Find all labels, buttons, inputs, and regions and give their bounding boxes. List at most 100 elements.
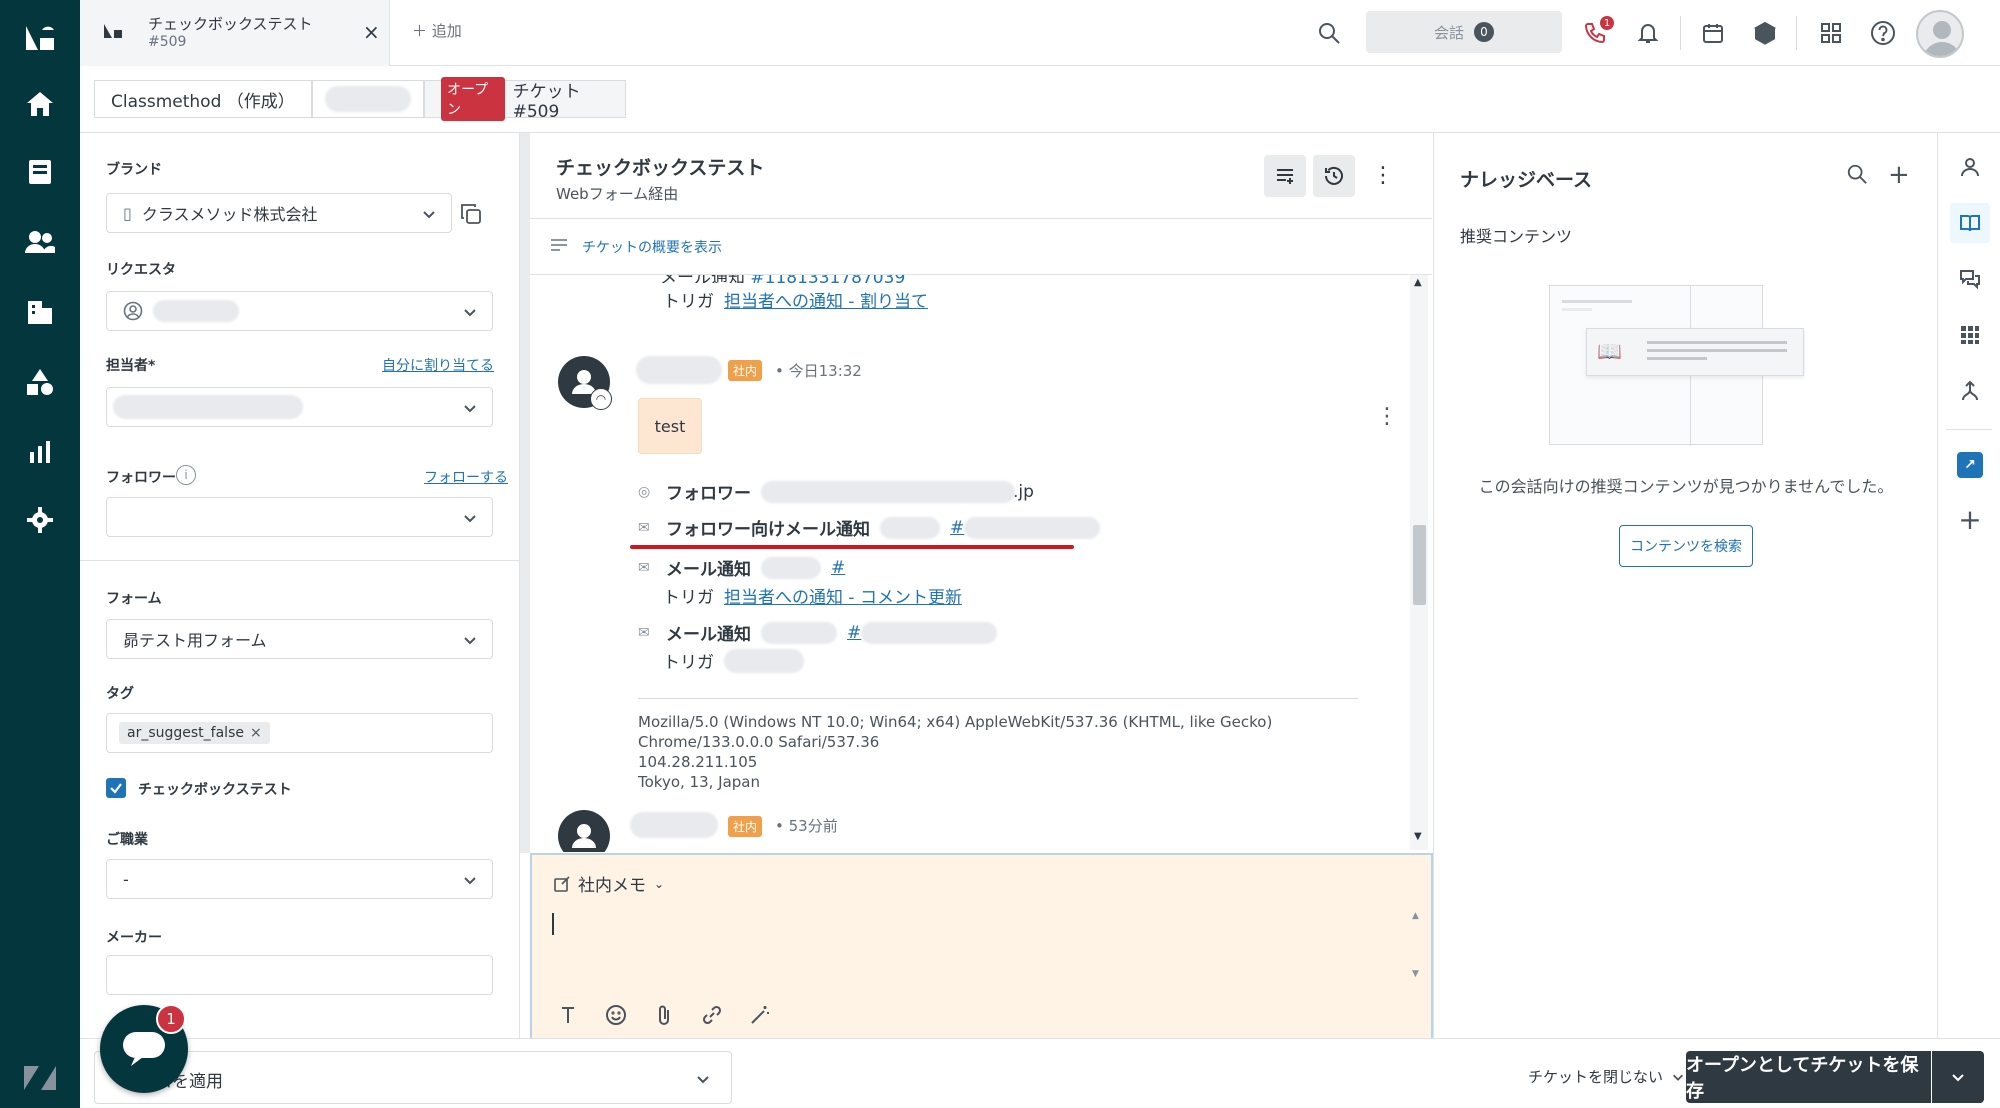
objects-icon[interactable] — [20, 362, 60, 402]
user-avatar[interactable] — [1916, 10, 1964, 58]
emoji-icon[interactable] — [601, 1000, 631, 1030]
brand-label: ブランド — [106, 162, 162, 178]
divider — [1796, 16, 1797, 50]
occupation-value: - — [123, 869, 129, 889]
mail-notification-link[interactable]: # — [847, 623, 861, 643]
requester-select[interactable] — [106, 291, 493, 331]
tag-label: ar_suggest_false — [127, 725, 244, 741]
redacted-author — [636, 356, 722, 384]
search-icon[interactable] — [1310, 14, 1348, 52]
breadcrumb-ticket[interactable]: オープン チケット #509 — [424, 77, 626, 122]
scroll-down-icon[interactable]: ▼ — [1414, 831, 1422, 842]
phone-icon[interactable]: 1 — [1576, 14, 1614, 52]
requester-label: リクエスタ — [106, 262, 176, 278]
organizations-icon[interactable] — [20, 292, 60, 332]
link-icon[interactable] — [697, 1000, 727, 1030]
breadcrumb-requester[interactable] — [312, 80, 424, 118]
breadcrumb-organization[interactable]: Classmethod （作成） — [94, 80, 312, 118]
attachment-icon[interactable] — [649, 1000, 679, 1030]
assign-to-self-link[interactable]: 自分に割り当てる — [382, 355, 494, 375]
scroll-up-icon[interactable]: ▲ — [1414, 277, 1422, 288]
conversation-scrollbar[interactable]: ▲ ▼ — [1410, 275, 1428, 850]
filter-events-button[interactable] — [1264, 155, 1306, 197]
left-panel-scrollbar[interactable] — [520, 133, 530, 853]
magic-wand-icon[interactable] — [745, 1000, 775, 1030]
redacted-follower-email — [761, 480, 1015, 503]
customer-context-icon[interactable] — [1950, 147, 1990, 187]
save-options-dropdown[interactable] — [1932, 1051, 1984, 1103]
calendar-icon[interactable] — [1694, 14, 1732, 52]
knowledge-icon[interactable] — [1950, 203, 1990, 243]
redacted-requester — [325, 86, 411, 112]
mail-icon: ✉ — [638, 519, 650, 536]
knowledge-base-panel: ナレッジベース + 推奨コンテンツ 📖 この会話向けの推奨コンテンツが見つかりま… — [1433, 133, 1937, 1038]
add-app-icon[interactable]: + — [1950, 499, 1990, 539]
kb-add-icon[interactable]: + — [1888, 160, 1910, 190]
conversations-icon[interactable] — [1950, 259, 1990, 299]
trigger-link-assign[interactable]: 担当者への通知 - 割り当て — [724, 287, 928, 312]
history-button[interactable] — [1313, 155, 1355, 197]
form-select[interactable]: 昴テスト用フォーム — [106, 619, 493, 659]
conversations-button[interactable]: 会話 0 — [1366, 11, 1562, 53]
views-icon[interactable] — [20, 152, 60, 192]
agent-avatar-2[interactable] — [558, 810, 610, 852]
kb-empty-text: この会話向けの推奨コンテンツが見つかりませんでした。 — [1478, 477, 1894, 496]
composer-scroll-up-icon[interactable]: ▲ — [1412, 911, 1419, 921]
show-summary-link[interactable]: チケットの概要を表示 — [582, 237, 722, 257]
mail-notification-row-2: ✉ メール通知 # — [638, 620, 998, 645]
assignee-select[interactable] — [106, 387, 493, 427]
ticket-properties-panel: ブランド ▯ クラスメソッド株式会社 リクエスタ 担当者* 自分に割り当てる フ… — [80, 133, 520, 1038]
apps-icon[interactable] — [1950, 315, 1990, 355]
tags-input[interactable]: ar_suggest_false × — [106, 713, 493, 753]
save-ticket-button[interactable]: オープンとしてチケットを保存 — [1686, 1051, 1931, 1103]
help-icon[interactable] — [1864, 14, 1902, 52]
reporting-icon[interactable] — [20, 432, 60, 472]
customers-icon[interactable] — [20, 222, 60, 262]
ticket-tab[interactable]: チェックボックステスト #509 × — [80, 0, 390, 66]
user-agent-line-2: Chrome/133.0.0.0 Safari/537.36 — [638, 733, 880, 751]
merge-icon[interactable] — [1950, 371, 1990, 411]
apply-macro-dropdown[interactable]: マクロを適用 — [94, 1051, 732, 1104]
copy-icon[interactable] — [460, 203, 482, 229]
home-icon[interactable] — [20, 84, 60, 124]
trigger-link-comment-update[interactable]: 担当者への通知 - コメント更新 — [724, 583, 962, 608]
more-options-icon[interactable]: ⋮ — [1372, 163, 1394, 188]
checkbox-test-checkbox[interactable] — [106, 778, 126, 798]
add-tab-button[interactable]: ＋ 追加 — [412, 20, 462, 41]
cube-icon[interactable] — [1746, 14, 1784, 52]
redacted-author — [630, 812, 718, 838]
close-ticket-toggle[interactable]: チケットを閉じない — [1528, 1066, 1685, 1087]
close-tab-icon[interactable]: × — [363, 20, 380, 44]
redacted-assignee — [113, 395, 303, 419]
notifications-bell-icon[interactable] — [1629, 14, 1667, 52]
zendesk-logo[interactable] — [20, 18, 60, 58]
chevron-down-icon — [423, 211, 435, 219]
follower-mail-link[interactable]: # — [950, 518, 964, 538]
kb-search-icon[interactable] — [1846, 163, 1868, 189]
mail-notification-link[interactable]: # — [831, 558, 845, 578]
ip-address: 104.28.211.105 — [638, 753, 758, 771]
text-format-icon[interactable] — [553, 1000, 583, 1030]
apps-grid-icon[interactable] — [1812, 14, 1850, 52]
user-agent-line-1: Mozilla/5.0 (Windows NT 10.0; Win64; x64… — [638, 713, 1273, 731]
scrollbar-thumb[interactable] — [1413, 525, 1426, 605]
info-icon[interactable]: i — [176, 465, 196, 485]
search-content-button[interactable]: コンテンツを検索 — [1619, 525, 1753, 567]
remove-tag-icon[interactable]: × — [250, 725, 262, 741]
zendesk-z-logo — [20, 1058, 60, 1098]
maker-input[interactable] — [106, 955, 493, 995]
followers-select[interactable] — [106, 497, 493, 537]
tags-label: タグ — [106, 686, 134, 702]
brand-value: クラスメソッド株式会社 — [141, 205, 318, 224]
composer-scroll-down-icon[interactable]: ▼ — [1412, 969, 1419, 979]
internal-badge: 社内 — [728, 360, 763, 381]
message-options-icon[interactable]: ⋮ — [1376, 404, 1398, 429]
occupation-select[interactable]: - — [106, 859, 493, 899]
check-circle-icon: ◎ — [638, 483, 651, 500]
admin-gear-icon[interactable] — [20, 500, 60, 540]
follow-link[interactable]: フォローする — [424, 467, 508, 487]
mail-notification-label: メール通知 — [666, 625, 751, 645]
integration-app-icon[interactable]: ↗ — [1950, 445, 1990, 485]
brand-select[interactable]: ▯ クラスメソッド株式会社 — [106, 193, 452, 233]
composer-mode-dropdown[interactable]: 社内メモ ⌄ — [554, 871, 664, 896]
